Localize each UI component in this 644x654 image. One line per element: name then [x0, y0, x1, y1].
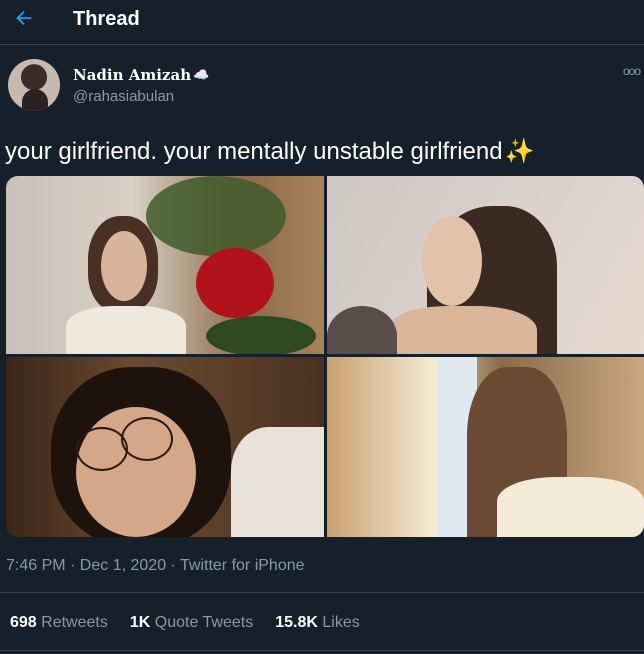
divider — [0, 592, 644, 593]
photo-4[interactable] — [327, 357, 644, 537]
quotes-label: Quote Tweets — [154, 614, 254, 631]
retweets-count: 698 — [10, 614, 37, 631]
cloud-emoji-icon: ☁️ — [193, 67, 210, 83]
divider — [0, 650, 644, 651]
page-title: Thread — [73, 8, 140, 30]
tweet-body: your girlfriend. your mentally unstable … — [5, 137, 503, 165]
author-handle[interactable]: @rahasiabulan — [73, 88, 174, 105]
avatar[interactable] — [8, 59, 60, 111]
photo-1[interactable] — [6, 176, 324, 354]
retweets-label: Retweets — [41, 614, 108, 631]
retweets-stat[interactable]: 698 Retweets — [10, 614, 108, 632]
photo-2[interactable] — [327, 176, 644, 354]
more-dots-icon[interactable]: ooo — [623, 64, 641, 78]
likes-stat[interactable]: 15.8K Likes — [275, 614, 360, 632]
photo-3[interactable] — [6, 357, 324, 537]
tweet-timestamp[interactable]: 7:46 PM · Dec 1, 2020 · Twitter for iPho… — [6, 557, 305, 575]
sparkles-icon: ✨ — [504, 138, 535, 165]
author-name[interactable]: Nadin Amizah ☁️ — [73, 66, 209, 84]
tweet-text: your girlfriend. your mentally unstable … — [5, 137, 534, 166]
author-name-label: Nadin Amizah — [73, 66, 192, 84]
likes-count: 15.8K — [275, 614, 318, 631]
quotes-count: 1K — [129, 614, 151, 631]
likes-label: Likes — [322, 614, 360, 631]
arrow-left-icon — [13, 7, 35, 34]
media-grid — [6, 176, 644, 537]
engagement-stats: 698 Retweets 1K Quote Tweets 15.8K Likes — [10, 614, 360, 632]
thread-header: Thread — [0, 0, 644, 45]
quote-tweets-stat[interactable]: 1K Quote Tweets — [130, 614, 253, 632]
back-button[interactable] — [10, 6, 38, 34]
